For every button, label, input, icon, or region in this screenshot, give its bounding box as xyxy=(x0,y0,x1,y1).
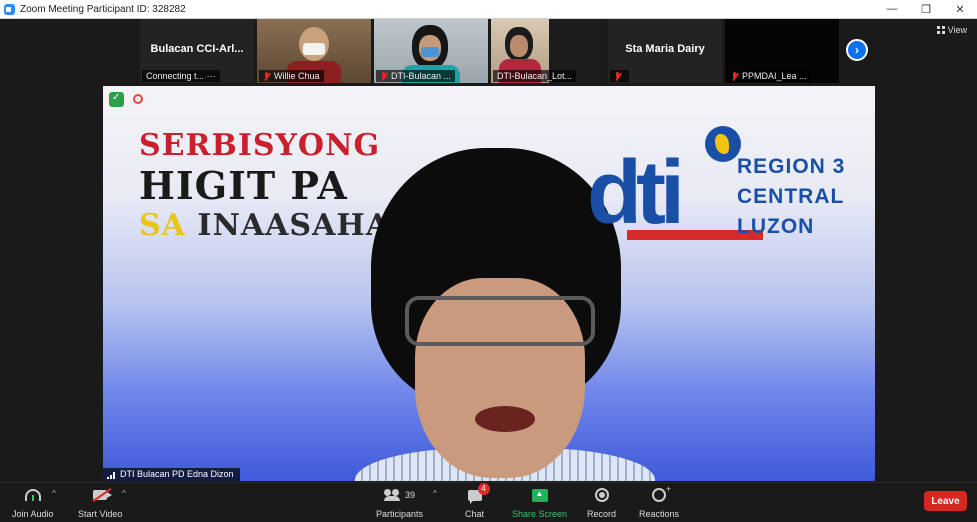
title-bar: Zoom Meeting Participant ID: 328282 — ❐ … xyxy=(0,0,977,19)
participant-tile[interactable]: Bulacan CCI-Arl... Connecting t... ··· xyxy=(140,19,254,83)
mask-shape xyxy=(303,43,325,55)
philippines-map-icon xyxy=(705,126,741,162)
participant-tile[interactable]: PPMDAI_Lea ... xyxy=(725,19,839,83)
record-button[interactable]: Record xyxy=(587,486,616,519)
meeting-area: Bulacan CCI-Arl... Connecting t... ··· W… xyxy=(0,19,977,482)
start-video-button[interactable]: Start Video xyxy=(78,486,122,519)
security-shield-icon[interactable] xyxy=(109,92,124,107)
gallery-strip: Bulacan CCI-Arl... Connecting t... ··· W… xyxy=(140,19,842,83)
window-title: Zoom Meeting Participant ID: 328282 xyxy=(20,3,186,15)
participant-tile[interactable]: DTI-Bulacan ... xyxy=(374,19,488,83)
recording-indicator-icon xyxy=(133,94,143,104)
participant-name: Bulacan CCI-Arl... xyxy=(150,43,244,55)
participant-label: DTI-Bulacan ... xyxy=(376,70,456,82)
video-options-caret[interactable]: ^ xyxy=(122,489,126,498)
chat-button[interactable]: 4 Chat xyxy=(465,483,490,519)
region-text: REGION 3 CENTRAL LUZON xyxy=(737,155,846,238)
meeting-toolbar: Join Audio ^ Start Video ^ 39 Participan… xyxy=(0,482,977,522)
more-icon[interactable]: ··· xyxy=(207,70,216,82)
headphone-icon xyxy=(24,489,41,501)
record-icon xyxy=(594,488,609,502)
minimize-button[interactable]: — xyxy=(875,0,909,18)
participant-name: Sta Maria Dairy xyxy=(625,43,705,55)
mic-muted-icon xyxy=(380,71,387,81)
speaker-name-label: DTI Bulacan PD Edna Dizon xyxy=(103,468,240,481)
mic-muted-icon xyxy=(263,71,270,81)
glasses-shape xyxy=(405,296,595,346)
dti-logo-text: dti xyxy=(587,143,685,243)
camera-off-icon xyxy=(93,490,113,500)
chat-unread-badge: 4 xyxy=(477,483,490,495)
participants-icon xyxy=(384,489,402,501)
participant-label: PPMDAI_Lea ... xyxy=(727,70,811,82)
join-audio-button[interactable]: Join Audio xyxy=(12,486,54,519)
participant-tile[interactable]: DTI-Bulacan_Lot... xyxy=(491,19,605,83)
participant-tile[interactable]: Sta Maria Dairy xyxy=(608,19,722,83)
next-page-button[interactable]: › xyxy=(846,39,868,61)
participants-options-caret[interactable]: ^ xyxy=(433,489,437,498)
participant-label: Connecting t... ··· xyxy=(142,70,220,82)
participant-label: Willie Chua xyxy=(259,70,324,82)
share-screen-button[interactable]: Share Screen xyxy=(512,486,567,519)
zoom-logo-icon xyxy=(4,3,15,15)
audio-options-caret[interactable]: ^ xyxy=(52,489,56,498)
participant-label: DTI-Bulacan_Lot... xyxy=(493,70,577,82)
face-shape xyxy=(510,35,528,57)
active-speaker-video: SERBISYONG HIGIT PA SA INAASAHAN dti REG… xyxy=(103,86,875,481)
smiley-icon xyxy=(652,484,671,502)
mask-shape xyxy=(421,47,439,57)
mic-muted-icon xyxy=(614,71,621,81)
participant-tile[interactable]: Willie Chua xyxy=(257,19,371,83)
view-button[interactable]: View xyxy=(936,25,967,35)
reactions-button[interactable]: Reactions xyxy=(639,484,679,519)
participant-label xyxy=(610,70,629,82)
share-screen-icon xyxy=(531,488,548,502)
window-controls: — ❐ ✕ xyxy=(875,0,977,18)
mic-muted-icon xyxy=(731,71,738,81)
grid-icon xyxy=(936,26,945,34)
participants-button[interactable]: 39 Participants xyxy=(376,486,423,519)
close-button[interactable]: ✕ xyxy=(943,0,977,18)
leave-button[interactable]: Leave xyxy=(924,491,967,511)
restore-button[interactable]: ❐ xyxy=(909,0,943,18)
mouth-shape xyxy=(475,406,535,432)
participants-count: 39 xyxy=(405,490,416,500)
signal-strength-icon xyxy=(107,470,116,479)
